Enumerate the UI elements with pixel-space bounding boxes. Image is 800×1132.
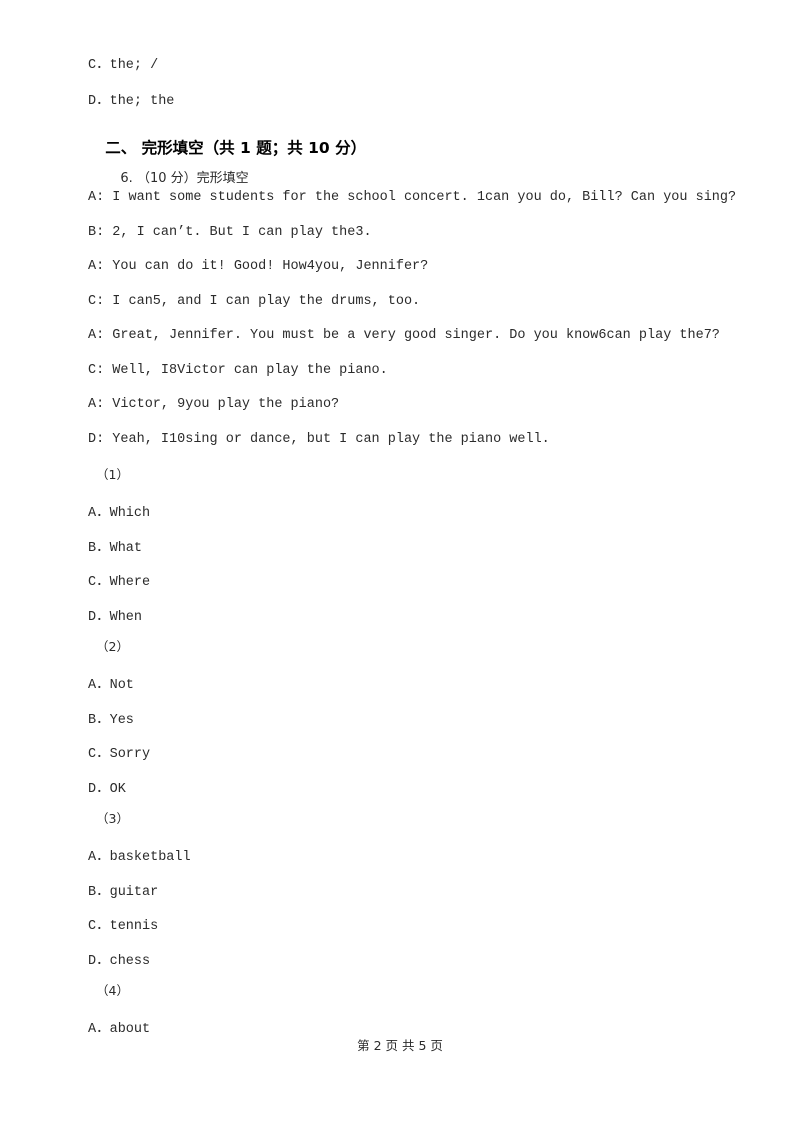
option-line: C．the; / bbox=[88, 58, 159, 73]
option-line: B．What bbox=[88, 541, 143, 556]
passage-line: B: 2, I can’t. But I can play the3. bbox=[88, 225, 372, 240]
passage-line: C: I can5, and I can play the drums, too… bbox=[88, 294, 421, 309]
passage-line: C: Well, I8Victor can play the piano. bbox=[88, 363, 388, 378]
option-line: A．Not bbox=[88, 678, 134, 693]
question-label-text: 6. （10 分）完形填空 bbox=[120, 171, 249, 186]
page-footer: 第 2 页 共 5 页 bbox=[357, 1038, 443, 1053]
option-line: A．Which bbox=[88, 506, 151, 521]
sub-question-number: （2） bbox=[96, 639, 129, 654]
sub-question-number: （1） bbox=[96, 467, 129, 482]
passage-line: A: Great, Jennifer. You must be a very g… bbox=[88, 328, 720, 343]
option-line: D．chess bbox=[88, 954, 151, 969]
sub-question-number: （3） bbox=[96, 811, 129, 826]
option-line: B．Yes bbox=[88, 713, 134, 728]
option-line: C．Where bbox=[88, 575, 151, 590]
passage-line: A: You can do it! Good! How4you, Jennife… bbox=[88, 259, 429, 274]
option-line: A．about bbox=[88, 1022, 151, 1037]
passage-line: D: Yeah, I10sing or dance, but I can pla… bbox=[88, 432, 550, 447]
option-line: D．OK bbox=[88, 782, 126, 797]
option-line: D．the; the bbox=[88, 94, 175, 109]
option-line: B．guitar bbox=[88, 885, 159, 900]
option-line: A．basketball bbox=[88, 850, 191, 865]
option-line: D．When bbox=[88, 610, 143, 625]
option-line: C．tennis bbox=[88, 919, 159, 934]
passage-line: A: Victor, 9you play the piano? bbox=[88, 397, 340, 412]
document-page: C．the; / D．the; the 二、 完形填空（共 1 题；共 10 分… bbox=[0, 0, 800, 1132]
passage-line: A: I want some students for the school c… bbox=[88, 190, 737, 205]
sub-question-number: （4） bbox=[96, 983, 129, 998]
option-line: C．Sorry bbox=[88, 747, 151, 762]
